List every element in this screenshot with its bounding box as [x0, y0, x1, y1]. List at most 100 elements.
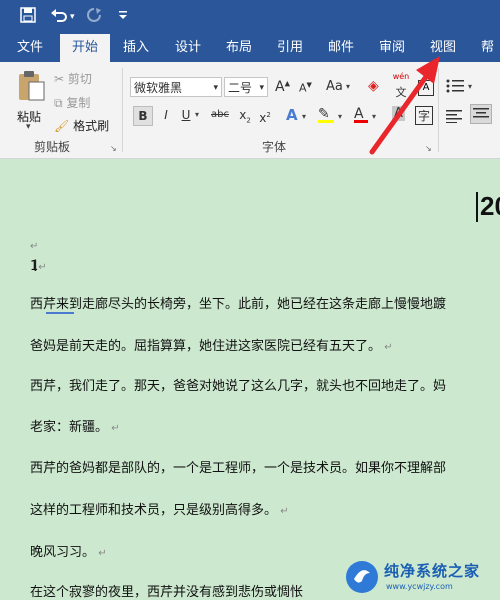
- italic-button[interactable]: I: [157, 106, 175, 124]
- align-left-icon[interactable]: [446, 108, 464, 127]
- font-name-value: 微软雅黑: [134, 81, 183, 95]
- paragraph-2: 爸妈是前天走的。屈指算算，她住进这家医院已经有五天了。 ↵: [30, 335, 393, 354]
- tab-insert[interactable]: 插入: [123, 34, 149, 62]
- undo-dropdown-icon[interactable]: ▾: [70, 12, 75, 22]
- i-beam-cursor: I: [33, 256, 38, 275]
- strikethrough-button[interactable]: abc: [208, 106, 232, 124]
- bold-button[interactable]: B: [133, 106, 153, 126]
- phonetic-char: 文: [395, 86, 407, 99]
- tab-home[interactable]: 开始: [60, 34, 110, 63]
- clipboard-launcher-icon[interactable]: ↘: [110, 144, 117, 153]
- cut-button[interactable]: ✂ 剪切: [54, 70, 92, 87]
- change-case-button[interactable]: Aa: [326, 79, 343, 94]
- watermark-url: www.ycwjzy.com: [386, 582, 453, 591]
- paragraph-8-text: 在这个寂寥的夜里，西芹并没有感到悲伤或惆怅: [30, 585, 304, 600]
- font-group-label: 字体: [262, 140, 287, 154]
- char-border-icon[interactable]: 字: [415, 106, 434, 125]
- redo-icon[interactable]: [86, 7, 102, 27]
- paragraph-4: 老家：新疆。 ↵: [30, 416, 120, 435]
- paragraph-mark: ↵: [277, 506, 289, 517]
- tab-design[interactable]: 设计: [175, 34, 201, 62]
- paragraph-8: 在这个寂寥的夜里，西芹并没有感到悲伤或惆怅: [30, 581, 303, 600]
- tab-mailings[interactable]: 邮件: [328, 34, 354, 62]
- clipboard-group-label: 剪贴板: [34, 140, 71, 154]
- document-title: 20: [480, 191, 500, 221]
- paste-button[interactable]: 粘贴 ▾: [14, 68, 48, 132]
- text-cursor: [476, 192, 478, 222]
- enclose-chars-icon[interactable]: A: [418, 80, 434, 96]
- ribbon-tabs: 文件 开始 插入 设计 布局 引用 邮件 审阅 视图 帮助: [0, 34, 500, 83]
- clear-formatting-icon[interactable]: ◈: [368, 78, 379, 94]
- paragraph-5-text: 西芹的爸妈都是部队的，一个是工程师，一个是技术员。如果你不理解部: [30, 461, 447, 476]
- paragraph-2-text: 爸妈是前天走的。屈指算算，她住进这家医院已经有五天了。: [30, 339, 382, 354]
- paragraph-mark: ↵: [38, 262, 47, 273]
- font-size-select[interactable]: 二号 ▾: [224, 77, 268, 97]
- document-area[interactable]: 20 ↵ 1↵ I 西芹来到走廊尽头的长椅旁，坐下。此前，她已经在这条走廊上慢慢…: [0, 159, 500, 600]
- subscript-button[interactable]: x2: [236, 106, 254, 124]
- paragraph-6-text: 这样的工程师和技术员，只是级别高得多。: [30, 503, 278, 518]
- paragraph-1-text: 西芹来到走廊尽头的长椅旁，坐下。此前，她已经在这条走廊上慢慢地踱: [30, 297, 447, 312]
- paragraph-mark: ↵: [95, 548, 107, 559]
- tab-file[interactable]: 文件: [17, 34, 43, 62]
- paragraph-mark: ↵: [381, 342, 393, 353]
- scissors-icon: ✂: [54, 72, 65, 86]
- group-divider: [122, 68, 123, 152]
- tab-help[interactable]: 帮助: [481, 34, 500, 83]
- font-launcher-icon[interactable]: ↘: [425, 144, 432, 153]
- chevron-down-icon: ▾: [259, 83, 264, 93]
- tab-view[interactable]: 视图: [430, 34, 456, 62]
- brush-icon: 🖌: [54, 119, 70, 133]
- underline-button[interactable]: U: [177, 106, 195, 124]
- paragraph-4-text: 老家：新疆。: [30, 420, 109, 435]
- format-painter-label: 格式刷: [73, 119, 110, 133]
- paragraph-6: 这样的工程师和技术员，只是级别高得多。 ↵: [30, 499, 289, 518]
- tab-layout[interactable]: 布局: [226, 34, 252, 62]
- superscript-button[interactable]: x2: [256, 106, 274, 125]
- paragraph-1: 西芹来到走廊尽头的长椅旁，坐下。此前，她已经在这条走廊上慢慢地踱: [30, 293, 446, 312]
- text-effects-dropdown-icon[interactable]: ▾: [302, 112, 306, 121]
- grow-font-icon[interactable]: A▲: [275, 79, 290, 95]
- cut-label: 剪切: [67, 72, 92, 86]
- paragraph-5: 西芹的爸妈都是部队的，一个是工程师，一个是技术员。如果你不理解部: [30, 457, 446, 476]
- watermark: 纯净系统之家 www.ycwjzy.com: [340, 554, 500, 600]
- tab-references[interactable]: 引用: [277, 34, 303, 62]
- font-color-icon[interactable]: A: [354, 106, 368, 123]
- paste-dropdown-icon: ▾: [26, 122, 31, 132]
- phonetic-label: wén: [392, 72, 410, 81]
- text-effects-icon[interactable]: A: [286, 106, 298, 124]
- font-name-select[interactable]: 微软雅黑 ▾: [130, 77, 222, 97]
- undo-icon[interactable]: [50, 7, 68, 27]
- align-center-icon[interactable]: [470, 104, 492, 124]
- format-painter-button[interactable]: 🖌 格式刷: [54, 117, 109, 134]
- highlight-dropdown-icon[interactable]: ▾: [338, 112, 342, 121]
- underline-dropdown-icon[interactable]: ▾: [195, 110, 199, 119]
- paragraph-mark: ↵: [108, 423, 120, 434]
- clipboard-icon: [19, 71, 45, 101]
- change-case-dropdown-icon[interactable]: ▾: [346, 82, 350, 91]
- chevron-down-icon: ▾: [213, 83, 218, 93]
- customize-icon[interactable]: [118, 9, 128, 24]
- bullets-icon[interactable]: [446, 78, 466, 98]
- char-shading-icon[interactable]: A: [392, 106, 405, 121]
- copy-button[interactable]: ⧉ 复制: [54, 94, 90, 111]
- title-bar: ▾: [0, 0, 500, 34]
- paragraph-7: 晚风习习。 ↵: [30, 541, 107, 560]
- phonetic-guide-icon[interactable]: wén 文: [390, 72, 412, 100]
- paragraph-3: 西芹，我们走了。那天，爸爸对她说了这么几字，就头也不回地走了。妈: [30, 375, 446, 394]
- shrink-font-icon[interactable]: A▼: [299, 81, 312, 95]
- font-color-char: A: [354, 106, 364, 122]
- font-color-dropdown-icon[interactable]: ▾: [372, 112, 376, 121]
- ribbon: 粘贴 ▾ ✂ 剪切 ⧉ 复制 🖌 格式刷 剪贴板 ↘ 微软雅黑 ▾ 二号 ▾ A…: [0, 62, 500, 159]
- bullets-dropdown-icon[interactable]: ▾: [468, 82, 472, 91]
- copy-label: 复制: [66, 96, 91, 110]
- font-size-value: 二号: [228, 81, 253, 95]
- paragraph-3-text: 西芹，我们走了。那天，爸爸对她说了这么几字，就头也不回地走了。妈: [30, 379, 447, 394]
- watermark-text: 纯净系统之家: [384, 562, 481, 580]
- tab-review[interactable]: 审阅: [379, 34, 405, 62]
- highlight-icon[interactable]: ✎: [318, 106, 334, 123]
- paragraph-7-text: 晚风习习。: [30, 545, 96, 560]
- empty-paragraph-mark: ↵: [30, 241, 39, 252]
- copy-icon: ⧉: [54, 96, 63, 110]
- watermark-logo-icon: [346, 561, 378, 593]
- save-icon[interactable]: [20, 7, 36, 27]
